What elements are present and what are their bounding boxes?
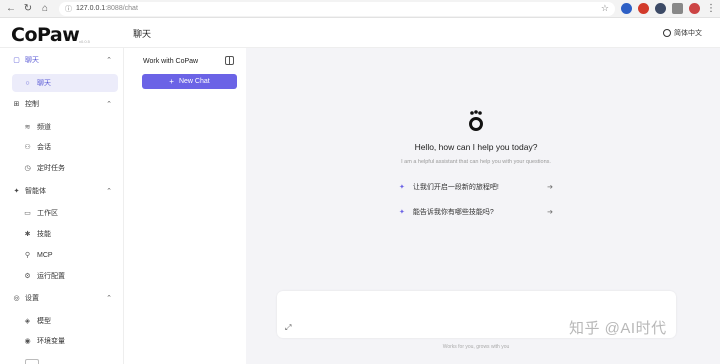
sidebar-collapse-tab[interactable] [25, 359, 39, 364]
bookmark-star-icon[interactable]: ☆ [601, 3, 609, 14]
suggestion-item[interactable]: ✦ 能告诉我你有哪些技能吗? ➔ [397, 204, 555, 220]
home-icon[interactable]: ⌂ [39, 3, 51, 15]
sidebar-group-label: 控制 [25, 101, 39, 108]
sidebar-item-label: 工作区 [37, 210, 58, 217]
extension-icon[interactable] [621, 3, 632, 14]
language-switcher[interactable]: 简体中文 [663, 28, 702, 38]
extension-icon[interactable] [655, 3, 666, 14]
globe-icon [663, 29, 671, 37]
sparkle-icon: ✦ [399, 209, 405, 216]
panel-toggle-icon[interactable] [225, 56, 234, 65]
extensions-menu-icon[interactable] [672, 3, 683, 14]
sidebar-group-control[interactable]: ⊞ 控制 ⌃ [0, 96, 124, 112]
footer-note: Works for you, grows with you [442, 344, 510, 350]
version-badge: v0.0.5 [79, 39, 90, 44]
runtime-config-icon: ⚙ [24, 273, 31, 280]
chat-list-title: Work with CoPaw [143, 58, 199, 65]
url-path: :8088/chat [105, 5, 138, 12]
chat-bubble-icon: ▢ [13, 57, 20, 64]
new-chat-button[interactable]: + New Chat [142, 74, 237, 89]
model-icon: ◈ [24, 318, 31, 325]
language-label: 简体中文 [674, 30, 702, 37]
new-chat-label: New Chat [178, 78, 210, 85]
greeting-subtitle: I am a helpful assistant that can help y… [401, 159, 551, 165]
chevron-up-icon: ⌃ [106, 295, 112, 302]
session-icon: ⚇ [24, 144, 31, 151]
sidebar-item-label: 模型 [37, 318, 51, 325]
address-bar[interactable]: ⓘ 127.0.0.1 :8088/chat ☆ [59, 1, 615, 16]
chevron-up-icon: ⌃ [106, 101, 112, 108]
sidebar-item-env[interactable]: ◉ 环境变量 [12, 332, 118, 350]
info-icon[interactable]: ⓘ [65, 4, 72, 14]
sidebar: ▢ 聊天 ⌃ ○ 聊天 ⊞ 控制 ⌃ ≋ 频道 ⚇ 会话 ◷ 定时任务 ✦ 智能… [0, 48, 124, 364]
control-icon: ⊞ [13, 101, 20, 108]
sidebar-item-label: 会话 [37, 144, 51, 151]
workspace-icon: ▭ [24, 210, 31, 217]
reload-icon[interactable]: ↻ [22, 3, 34, 15]
sidebar-item-runtime-config[interactable]: ⚙ 运行配置 [12, 267, 118, 285]
settings-icon: ◎ [13, 295, 20, 302]
sidebar-item-session[interactable]: ⚇ 会话 [12, 138, 118, 156]
sidebar-item-label: 频道 [37, 124, 51, 131]
sidebar-item-label: MCP [37, 251, 53, 259]
back-icon[interactable]: ← [5, 3, 17, 15]
sidebar-group-label: 聊天 [25, 57, 39, 64]
sidebar-group-label: 智能体 [25, 188, 46, 195]
sidebar-item-workspace[interactable]: ▭ 工作区 [12, 204, 118, 222]
skills-icon: ✱ [24, 231, 31, 238]
sidebar-group-label: 设置 [25, 295, 39, 302]
logo: CoPaw [11, 24, 80, 46]
browser-toolbar: ← ↻ ⌂ ⓘ 127.0.0.1 :8088/chat ☆ ⋮ [0, 0, 720, 18]
sparkle-icon: ✦ [399, 184, 405, 191]
mcp-icon: ⚲ [24, 252, 31, 259]
app-header: CoPaw v0.0.5 聊天 简体中文 [0, 18, 720, 48]
url-host: 127.0.0.1 [76, 5, 106, 12]
chevron-up-icon: ⌃ [106, 57, 112, 64]
sidebar-group-settings[interactable]: ◎ 设置 ⌃ [0, 290, 124, 306]
expand-icon[interactable]: ⤢ [285, 323, 291, 333]
sidebar-item-chat[interactable]: ○ 聊天 [12, 74, 118, 92]
extension-icon[interactable] [638, 3, 649, 14]
sidebar-item-label: 定时任务 [37, 165, 65, 172]
chat-icon: ○ [25, 79, 30, 87]
sidebar-item-label: 聊天 [37, 80, 51, 87]
profile-avatar-icon[interactable] [689, 3, 700, 14]
env-icon: ◉ [24, 338, 31, 345]
channel-icon: ≋ [24, 124, 31, 131]
chat-main: Hello, how can I help you today? I am a … [246, 48, 720, 364]
suggestion-item[interactable]: ✦ 让我们开启一段新的旅程吧! ➔ [397, 179, 555, 195]
chevron-up-icon: ⌃ [106, 188, 112, 195]
sidebar-item-mcp[interactable]: ⚲ MCP [12, 246, 118, 264]
agent-icon: ✦ [13, 188, 20, 195]
sidebar-item-channel[interactable]: ≋ 频道 [12, 118, 118, 136]
sidebar-item-label: 运行配置 [37, 273, 65, 280]
sidebar-item-schedule[interactable]: ◷ 定时任务 [12, 159, 118, 177]
copaw-logo-icon [469, 110, 483, 131]
greeting: Hello, how can I help you today? [414, 142, 538, 152]
watermark: 知乎 @AI时代 [569, 320, 667, 337]
chat-list-panel: Work with CoPaw + New Chat [134, 48, 246, 364]
sidebar-item-model[interactable]: ◈ 模型 [12, 312, 118, 330]
suggestion-label: 让我们开启一段新的旅程吧! [412, 184, 499, 191]
plus-icon: + [169, 77, 174, 86]
browser-menu-icon[interactable]: ⋮ [706, 3, 716, 14]
send-arrow-icon: ➔ [547, 184, 553, 191]
page-title: 聊天 [133, 29, 152, 39]
suggestion-label: 能告诉我你有哪些技能吗? [412, 209, 494, 216]
sidebar-group-agent[interactable]: ✦ 智能体 ⌃ [0, 183, 124, 199]
sidebar-group-chat[interactable]: ▢ 聊天 ⌃ [0, 52, 124, 68]
schedule-icon: ◷ [24, 165, 31, 172]
sidebar-item-skills[interactable]: ✱ 技能 [12, 225, 118, 243]
send-arrow-icon: ➔ [547, 209, 553, 216]
sidebar-item-label: 技能 [37, 231, 51, 238]
sidebar-item-label: 环境变量 [37, 338, 65, 345]
